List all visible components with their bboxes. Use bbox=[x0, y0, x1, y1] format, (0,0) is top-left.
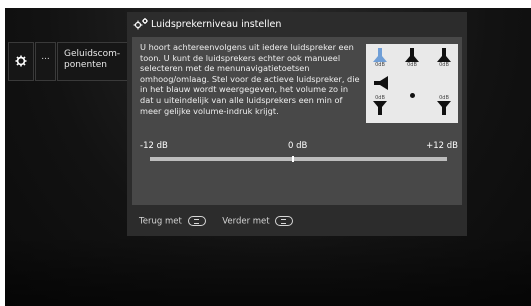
speaker-icon bbox=[374, 76, 388, 90]
slider-max-label: +12 dB bbox=[426, 141, 458, 151]
menu-item-label: Geluidscom- ponenten bbox=[64, 49, 121, 70]
speaker-front-right[interactable]: 0dB bbox=[434, 48, 454, 68]
speaker-side-left-bottom[interactable]: 0dB bbox=[370, 95, 390, 115]
listener-position-dot bbox=[410, 93, 415, 98]
speaker-icon bbox=[437, 48, 451, 62]
gear-icon bbox=[133, 18, 148, 30]
speaker-icon bbox=[437, 101, 451, 115]
tv-screen: ... Geluidscom- ponenten Luidsprekernive… bbox=[5, 8, 531, 306]
menu-more-label: ... bbox=[41, 52, 50, 62]
dialog-footer: Terug met Verder met bbox=[139, 216, 307, 227]
dialog-instructions: U hoort achtereenvolgens uit iedere luid… bbox=[140, 42, 360, 116]
speaker-layout-panel: 0dB 0dB 0dB 0dB 0dB bbox=[366, 44, 458, 123]
volume-slider-track[interactable] bbox=[150, 157, 447, 161]
speaker-front-left[interactable]: 0dB bbox=[370, 48, 390, 68]
speaker-front-right-level: 0dB bbox=[439, 62, 449, 68]
remote-back-button-icon bbox=[187, 216, 206, 226]
screen-vignette bbox=[5, 236, 531, 306]
gear-icon bbox=[15, 55, 27, 67]
remote-ok-button-icon bbox=[275, 216, 294, 226]
dialog-title: Luidsprekerniveau instellen bbox=[151, 19, 282, 30]
speaker-center[interactable]: 0dB bbox=[402, 48, 422, 68]
speaker-center-level: 0dB bbox=[407, 62, 417, 68]
back-hint[interactable]: Terug met bbox=[139, 216, 206, 227]
menu-settings-button[interactable] bbox=[8, 42, 34, 81]
next-hint-label: Verder met bbox=[222, 216, 270, 227]
speaker-icon bbox=[405, 48, 419, 62]
speaker-front-left-level: 0dB bbox=[375, 62, 385, 68]
speaker-icon bbox=[373, 101, 387, 115]
next-hint[interactable]: Verder met bbox=[222, 216, 294, 227]
dialog-title-bar: Luidsprekerniveau instellen bbox=[127, 12, 467, 36]
speaker-icon bbox=[373, 48, 387, 62]
speaker-side-right[interactable]: 0dB bbox=[434, 95, 454, 115]
menu-more-button[interactable]: ... bbox=[35, 42, 56, 81]
slider-min-label: -12 dB bbox=[140, 141, 168, 151]
speaker-level-dialog: Luidsprekerniveau instellen U hoort acht… bbox=[127, 12, 467, 236]
volume-slider-labels: -12 dB 0 dB +12 dB bbox=[140, 141, 458, 153]
speaker-side-left[interactable] bbox=[368, 76, 394, 90]
back-hint-label: Terug met bbox=[139, 216, 182, 227]
dialog-body: U hoort achtereenvolgens uit iedere luid… bbox=[132, 37, 462, 205]
menu-item-geluidscomponenten[interactable]: Geluidscom- ponenten bbox=[57, 42, 129, 81]
volume-slider-thumb[interactable] bbox=[292, 156, 294, 162]
slider-mid-label: 0 dB bbox=[288, 141, 308, 151]
